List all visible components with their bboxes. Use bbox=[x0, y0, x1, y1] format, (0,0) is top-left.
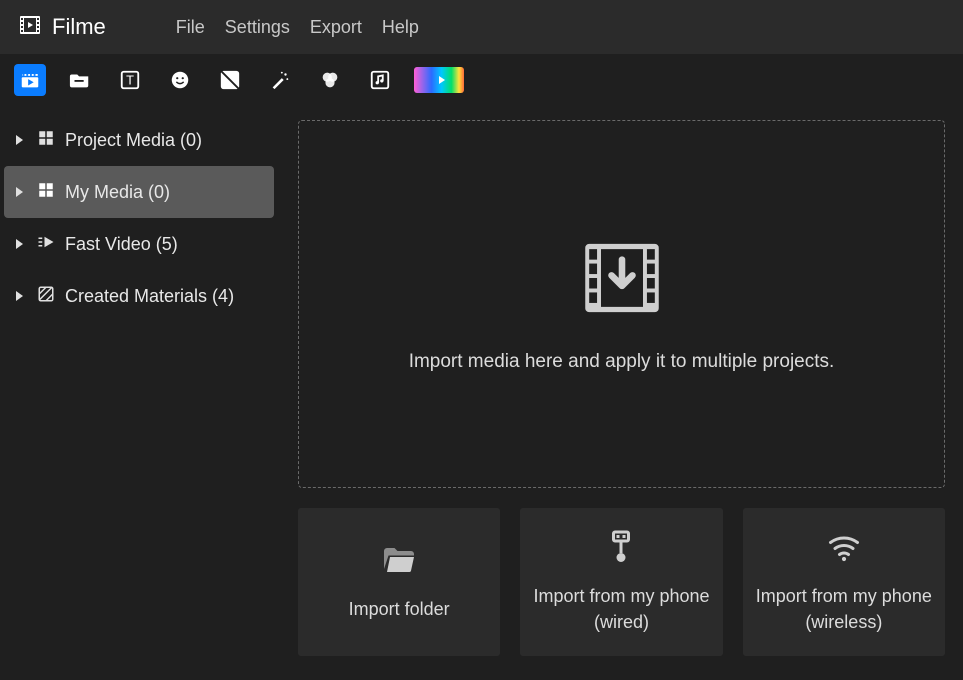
import-phone-wired-card[interactable]: Import from my phone (wired) bbox=[520, 508, 722, 656]
folder-open-icon bbox=[381, 542, 417, 583]
film-download-icon bbox=[580, 236, 664, 325]
grid-icon bbox=[37, 129, 55, 152]
sidebar-item-label: Fast Video (5) bbox=[65, 234, 274, 255]
grid-icon bbox=[37, 181, 55, 204]
sidebar-item-project-media[interactable]: Project Media (0) bbox=[4, 114, 274, 166]
film-strip-icon bbox=[18, 13, 42, 42]
sidebar-item-label: My Media (0) bbox=[65, 182, 274, 203]
tool-music-icon[interactable] bbox=[364, 64, 396, 96]
content: Import media here and apply it to multip… bbox=[278, 106, 963, 680]
tool-media-icon[interactable] bbox=[14, 64, 46, 96]
usb-icon bbox=[603, 529, 639, 570]
toolbar: T bbox=[0, 54, 963, 106]
tool-magic-icon[interactable] bbox=[264, 64, 296, 96]
menu-bar: File Settings Export Help bbox=[176, 17, 419, 38]
app-name: Filme bbox=[52, 14, 106, 40]
tool-transition-icon[interactable] bbox=[214, 64, 246, 96]
tool-text-icon[interactable]: T bbox=[114, 64, 146, 96]
card-label: Import from my phone (wired) bbox=[530, 584, 712, 634]
chevron-right-icon bbox=[16, 291, 23, 301]
tool-sticker-icon[interactable] bbox=[164, 64, 196, 96]
chevron-right-icon bbox=[16, 187, 23, 197]
sidebar-item-fast-video[interactable]: Fast Video (5) bbox=[4, 218, 274, 270]
card-label: Import from my phone (wireless) bbox=[753, 584, 935, 634]
sidebar: Project Media (0) My Media (0) Fast Vide… bbox=[0, 106, 278, 680]
menu-export[interactable]: Export bbox=[310, 17, 362, 38]
tool-gradient-icon[interactable] bbox=[414, 67, 464, 93]
svg-text:T: T bbox=[126, 73, 134, 88]
menu-help[interactable]: Help bbox=[382, 17, 419, 38]
import-dropzone[interactable]: Import media here and apply it to multip… bbox=[298, 120, 945, 488]
sidebar-item-my-media[interactable]: My Media (0) bbox=[4, 166, 274, 218]
dropzone-hint: Import media here and apply it to multip… bbox=[409, 351, 835, 373]
sidebar-item-label: Created Materials (4) bbox=[65, 286, 274, 307]
chevron-right-icon bbox=[16, 135, 23, 145]
app-logo: Filme bbox=[18, 13, 106, 42]
import-folder-card[interactable]: Import folder bbox=[298, 508, 500, 656]
import-card-row: Import folder Import from my phone (wire… bbox=[298, 508, 945, 656]
chevron-right-icon bbox=[16, 239, 23, 249]
import-phone-wireless-card[interactable]: Import from my phone (wireless) bbox=[743, 508, 945, 656]
sidebar-item-created-materials[interactable]: Created Materials (4) bbox=[4, 270, 274, 322]
wifi-icon bbox=[826, 529, 862, 570]
card-label: Import folder bbox=[349, 597, 450, 622]
menu-settings[interactable]: Settings bbox=[225, 17, 290, 38]
sidebar-item-label: Project Media (0) bbox=[65, 130, 274, 151]
fast-forward-icon bbox=[37, 233, 55, 256]
pattern-icon bbox=[37, 285, 55, 308]
main: Project Media (0) My Media (0) Fast Vide… bbox=[0, 106, 963, 680]
titlebar: Filme File Settings Export Help bbox=[0, 0, 963, 54]
tool-folder-icon[interactable] bbox=[64, 64, 96, 96]
tool-color-icon[interactable] bbox=[314, 64, 346, 96]
menu-file[interactable]: File bbox=[176, 17, 205, 38]
